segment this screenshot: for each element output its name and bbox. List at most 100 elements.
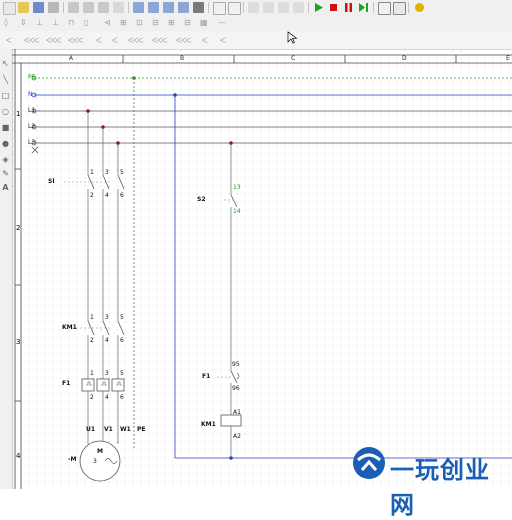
symbol-3nc-icon[interactable]: ᐸᐸᐸ <box>152 36 167 45</box>
pencil-icon[interactable]: ✎ <box>1 169 10 178</box>
delete-icon[interactable] <box>113 2 124 13</box>
f1-thermal-relay[interactable] <box>81 378 125 392</box>
s2-tag: S2 <box>197 196 206 203</box>
distribute-icon[interactable]: ⊓ <box>68 18 74 27</box>
toolbar-separator <box>128 2 129 13</box>
open-icon[interactable] <box>18 2 29 13</box>
new-icon[interactable] <box>3 2 16 15</box>
row-label-2: 2 <box>16 224 21 232</box>
arrange4-icon[interactable] <box>293 2 304 13</box>
mirror-icon[interactable]: ⊞ <box>120 18 127 27</box>
pin-label: 3 <box>105 370 109 377</box>
symbol-contact-icon[interactable]: ᐸ <box>6 36 12 45</box>
zoom-out-icon[interactable] <box>148 2 159 13</box>
pin-label: 3 <box>105 314 109 321</box>
motor-terminal-pe: PE <box>137 426 146 433</box>
pin-label: 5 <box>120 169 124 176</box>
undo-icon[interactable] <box>213 2 226 15</box>
symbol-nc2-icon[interactable]: ᐸ <box>202 36 208 45</box>
distribute2-icon[interactable]: ▯ <box>84 18 89 27</box>
filled-rectangle-icon[interactable]: ■ <box>1 123 10 132</box>
junction-l1 <box>86 109 90 113</box>
n-junction <box>173 93 177 97</box>
symbol-nc-icon[interactable]: ᐸ <box>96 36 102 45</box>
help-icon[interactable] <box>414 2 425 13</box>
settings-icon[interactable] <box>393 2 406 15</box>
rail-label-pe: PE <box>28 74 36 81</box>
toolbar-separator <box>63 2 64 13</box>
pin-label: 6 <box>120 394 124 401</box>
arrange3-icon[interactable] <box>278 2 289 13</box>
pin-label: 2 <box>90 192 94 199</box>
text-icon[interactable]: A <box>1 183 10 192</box>
km1-coil-pin-top: A1 <box>233 409 241 416</box>
symbol-3contact-icon[interactable]: ᐸᐸᐸ <box>24 36 39 45</box>
ellipse-icon[interactable]: ○ <box>1 107 10 116</box>
motor-terminal-w1: W1 <box>120 426 131 433</box>
properties-icon[interactable]: ▦ <box>200 18 208 27</box>
km1-coil-pin-bottom: A2 <box>233 433 241 440</box>
toolbar-separator <box>408 2 409 13</box>
align2-icon[interactable]: ⊥ <box>52 18 59 27</box>
pin-label: 6 <box>120 192 124 199</box>
pin-label: 1 <box>90 314 94 321</box>
column-label-b: B <box>180 55 185 62</box>
paste-icon[interactable] <box>98 2 109 13</box>
rail-label-n: N <box>28 91 33 98</box>
flip-icon[interactable]: ⊲ <box>104 18 111 27</box>
cut-icon[interactable] <box>68 2 79 13</box>
pin-label: 4 <box>105 192 109 199</box>
filled-ellipse-icon[interactable]: ● <box>1 139 10 148</box>
arrange-icon[interactable] <box>248 2 259 13</box>
ungroup-icon[interactable]: ⊟ <box>184 18 191 27</box>
group-icon[interactable]: ⊞ <box>168 18 175 27</box>
window-icon[interactable] <box>378 2 391 15</box>
print-icon[interactable] <box>48 2 59 13</box>
symbol-3contact-icon[interactable]: ᐸᐸᐸ <box>68 36 83 45</box>
point-icon[interactable]: ◊ <box>4 18 8 27</box>
column-label-d: D <box>402 55 407 62</box>
mouse-cursor-icon <box>287 31 298 44</box>
run-icon[interactable] <box>313 2 324 13</box>
watermark-logo-icon <box>353 447 385 479</box>
row-label-4: 4 <box>16 452 21 460</box>
rectangle-icon[interactable]: □ <box>1 91 10 100</box>
arrow-icon[interactable]: ↖ <box>1 59 10 68</box>
stop-icon[interactable] <box>328 2 339 13</box>
zoom-fit-icon[interactable] <box>163 2 174 13</box>
align-icon[interactable]: ⊥ <box>36 18 43 27</box>
symbol-nc-icon[interactable]: ᐸ <box>112 36 118 45</box>
motor-symbol[interactable] <box>79 440 121 482</box>
symbol-3nc-icon[interactable]: ᐸᐸᐸ <box>176 36 191 45</box>
row-label-1: 1 <box>16 110 21 118</box>
symbol-3nc-icon[interactable]: ᐸᐸᐸ <box>128 36 143 45</box>
line-tool-icon[interactable]: — <box>218 18 226 27</box>
symbol-nc3-icon[interactable]: ᐸ <box>220 36 226 45</box>
rotate-icon[interactable]: ⊡ <box>136 18 143 27</box>
zoom-in-icon[interactable] <box>133 2 144 13</box>
motor-tag: -M <box>68 456 77 463</box>
junction-l3 <box>116 141 120 145</box>
fill-icon[interactable]: ◈ <box>1 155 10 164</box>
zoom-area-icon[interactable] <box>178 2 189 13</box>
line-icon[interactable]: ╲ <box>1 75 10 84</box>
copy-icon[interactable] <box>83 2 94 13</box>
symbol-3contact-icon[interactable]: ᐸᐸᐸ <box>46 36 61 45</box>
rotate2-icon[interactable]: ⊟ <box>152 18 159 27</box>
km1-coil-tag: KM1 <box>201 421 216 428</box>
column-label-c: C <box>291 55 296 62</box>
rail-label-l1: L1 <box>28 107 36 114</box>
arrange2-icon[interactable] <box>263 2 274 13</box>
tool-icon[interactable] <box>193 2 204 13</box>
km1-coil[interactable] <box>220 414 242 427</box>
f1-contact-pin-bottom: 96 <box>232 385 240 392</box>
save-icon[interactable] <box>33 2 44 13</box>
column-label-e: E <box>506 55 510 62</box>
vertical-line-icon[interactable]: ⇕ <box>20 18 27 27</box>
pin-label: 4 <box>105 337 109 344</box>
redo-icon[interactable] <box>228 2 241 15</box>
step-icon[interactable] <box>358 2 369 13</box>
motor-terminal-u1: U1 <box>86 426 96 433</box>
schematic-canvas[interactable] <box>12 49 512 489</box>
pause-icon[interactable] <box>343 2 354 13</box>
